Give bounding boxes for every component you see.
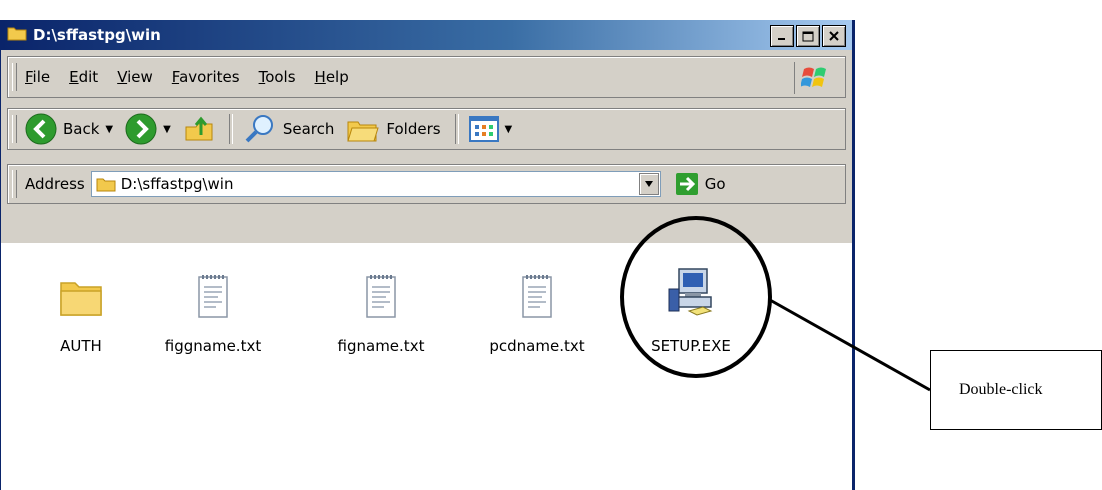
menu-help[interactable]: Help (315, 68, 349, 86)
menu-edit[interactable]: Edit (69, 68, 98, 86)
callout-text: Double-click (959, 381, 1043, 398)
forward-arrow-icon (125, 113, 157, 145)
toolbar-grip[interactable] (12, 63, 17, 91)
dropdown-arrow-icon[interactable]: ▼ (163, 124, 171, 135)
menu-bar: File Edit View Favorites Tools Help (7, 56, 846, 98)
annotation-callout-box: Double-click (930, 350, 1102, 430)
views-icon (468, 116, 499, 142)
file-item-pcdname[interactable]: pcdname.txt (477, 265, 597, 355)
text-file-icon (522, 275, 552, 318)
chevron-down-icon (644, 181, 653, 187)
up-folder-icon (185, 116, 213, 141)
file-item-setup-exe[interactable]: SETUP.EXE (631, 265, 751, 355)
go-arrow-icon (675, 173, 698, 195)
dropdown-arrow-icon[interactable]: ▼ (505, 124, 513, 135)
address-bar: Address D:\sffastpg\win Go (7, 164, 846, 204)
go-label: Go (704, 175, 726, 193)
file-name: pcdname.txt (489, 337, 585, 355)
folders-button[interactable]: Folders (346, 114, 441, 144)
toolbar-separator (228, 114, 233, 144)
close-button[interactable] (822, 25, 846, 47)
back-arrow-icon (25, 113, 57, 145)
menu-tools[interactable]: Tools (259, 68, 296, 86)
folder-icon (7, 25, 27, 45)
toolbar-grip[interactable] (12, 170, 17, 198)
views-button[interactable]: ▼ (468, 115, 513, 143)
explorer-window: D:\sffastpg\win File Edit View Favorites… (0, 20, 855, 490)
file-item-figname[interactable]: figname.txt (321, 265, 441, 355)
back-button[interactable]: Back ▼ (25, 113, 113, 145)
maximize-icon (802, 31, 814, 41)
file-item-auth[interactable]: AUTH (21, 265, 141, 355)
standard-toolbar: Back ▼ ▼ Search Folders ▼ (7, 108, 846, 150)
close-icon (829, 31, 839, 41)
up-folder-button[interactable] (183, 113, 215, 145)
folder-icon (60, 282, 102, 316)
menu-view[interactable]: View (117, 68, 153, 86)
forward-button[interactable]: ▼ (125, 113, 171, 145)
file-name: figgname.txt (164, 337, 262, 355)
window-chrome: File Edit View Favorites Tools Help Back… (1, 50, 852, 243)
windows-logo-icon (794, 62, 835, 94)
menu-file[interactable]: File (25, 68, 50, 86)
text-file-icon (198, 275, 228, 318)
go-button[interactable]: Go (675, 172, 726, 196)
title-bar[interactable]: D:\sffastpg\win (1, 20, 852, 50)
address-dropdown-button[interactable] (638, 173, 659, 195)
file-item-figgname[interactable]: figgname.txt (153, 265, 273, 355)
menu-favorites[interactable]: Favorites (172, 68, 240, 86)
search-label: Search (282, 120, 335, 138)
folder-icon (96, 178, 116, 192)
minimize-button[interactable] (770, 25, 794, 47)
address-value: D:\sffastpg\win (120, 175, 234, 193)
toolbar-separator (454, 114, 459, 144)
minimize-icon (778, 38, 785, 40)
file-name: SETUP.EXE (651, 337, 731, 355)
setup-exe-icon (668, 268, 713, 316)
folders-label: Folders (386, 120, 441, 138)
maximize-button[interactable] (796, 25, 820, 47)
window-title: D:\sffastpg\win (33, 26, 161, 44)
file-name: AUTH (60, 337, 102, 355)
address-input[interactable]: D:\sffastpg\win (90, 171, 661, 197)
folders-icon (347, 121, 380, 142)
toolbar-grip[interactable] (12, 115, 17, 143)
search-icon (245, 115, 273, 143)
file-name: figname.txt (337, 337, 425, 355)
back-label: Back (63, 120, 100, 138)
search-button[interactable]: Search (243, 113, 335, 145)
file-list: AUTH figgname.txt figname.txt pcdname.tx… (1, 245, 852, 490)
dropdown-arrow-icon[interactable]: ▼ (105, 124, 113, 135)
caption-buttons (770, 25, 846, 47)
text-file-icon (366, 275, 396, 318)
address-label: Address (25, 175, 85, 193)
